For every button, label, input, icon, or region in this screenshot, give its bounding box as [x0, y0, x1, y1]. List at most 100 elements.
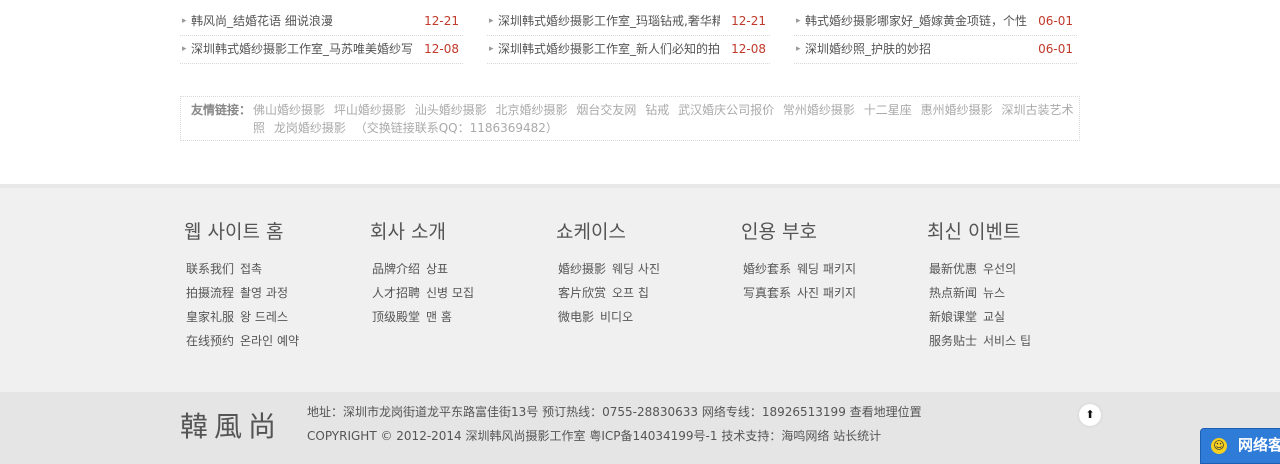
footer-link-zh: 皇家礼服 [186, 310, 235, 324]
footer-link[interactable]: 人才招聘 신병 모집 [370, 281, 474, 305]
news-title[interactable]: 韩风尚_结婚花语 细说浪漫 [191, 8, 413, 35]
footer-link-ko: 사진 패키지 [797, 286, 857, 300]
footer-link-zh: 写真套系 [743, 286, 792, 300]
footer-column-title[interactable]: 최신 이벤트 [927, 220, 1031, 244]
footer-link[interactable]: 在线预约 온라인 예약 [184, 329, 299, 353]
footer-link[interactable]: 联系我们 접촉 [184, 257, 299, 281]
footer-link-zh: 最新优惠 [929, 262, 978, 276]
news-item[interactable]: ▸ 深圳韩式婚纱摄影工作室_马苏唯美婚纱写 12-08 [180, 36, 463, 64]
footer-link[interactable]: 皇家礼服 왕 드레스 [184, 305, 299, 329]
footer-link-ko: 촬영 과정 [240, 286, 288, 300]
friend-link[interactable]: 钻戒 [645, 103, 669, 117]
news-item[interactable]: ▸ 深圳婚纱照_护肤的妙招 06-01 [794, 36, 1077, 64]
news-column: ▸ 韩式婚纱摄影哪家好_婚嫁黄金项链，个性 06-01 ▸ 深圳婚纱照_护肤的妙… [794, 8, 1077, 64]
news-date: 12-21 [424, 14, 459, 28]
news-date: 06-01 [1038, 14, 1073, 28]
friend-link[interactable]: 惠州婚纱摄影 [921, 103, 993, 117]
footer-link-ko: 우선의 [983, 262, 1017, 276]
footer-link-zh: 拍摄流程 [186, 286, 235, 300]
news-item[interactable]: ▸ 韩式婚纱摄影哪家好_婚嫁黄金项链，个性 06-01 [794, 8, 1077, 36]
footer-link-zh: 婚纱套系 [743, 262, 792, 276]
news-date: 12-08 [424, 42, 459, 56]
friend-link[interactable]: 佛山婚纱摄影 [253, 103, 325, 117]
friend-link[interactable]: 武汉婚庆公司报价 [678, 103, 774, 117]
address-line: 地址：深圳市龙岗街道龙平东路富佳街13号 预订热线：0755-28830633 … [307, 405, 922, 419]
footer-link[interactable]: 顶级殿堂 맨 홈 [370, 305, 474, 329]
friend-link[interactable]: 北京婚纱摄影 [496, 103, 568, 117]
footer-link[interactable]: 服务贴士 서비스 팁 [927, 329, 1031, 353]
footer-link-zh: 新娘课堂 [929, 310, 978, 324]
friend-links-contact: （交换链接联系QQ：1186369482） [354, 121, 558, 135]
footer-link-zh: 婚纱摄影 [558, 262, 607, 276]
news-title[interactable]: 深圳婚纱照_护肤的妙招 [805, 36, 1027, 63]
news-date: 12-08 [731, 42, 766, 56]
news-item[interactable]: ▸ 深圳韩式婚纱摄影工作室_新人们必知的拍 12-08 [487, 36, 770, 64]
online-service-label: 网络客 [1238, 436, 1280, 454]
footer-link-ko: 오프 칩 [612, 286, 649, 300]
friend-links-label: 友情链接： [191, 103, 252, 117]
footer-link-zh: 人才招聘 [372, 286, 421, 300]
footer-link[interactable]: 婚纱摄影 웨딩 사진 [556, 257, 660, 281]
news-title[interactable]: 深圳韩式婚纱摄影工作室_马苏唯美婚纱写 [191, 36, 413, 63]
footer-link-ko: 비디오 [600, 310, 634, 324]
footer-link[interactable]: 品牌介绍 상표 [370, 257, 474, 281]
news-title[interactable]: 深圳韩式婚纱摄影工作室_新人们必知的拍 [498, 36, 720, 63]
news-title[interactable]: 深圳韩式婚纱摄影工作室_玛瑙钻戒,奢华精 [498, 8, 720, 35]
copyright-line: COPYRIGHT © 2012-2014 深圳韩风尚摄影工作室 粤ICP备14… [307, 429, 882, 443]
footer-column-title[interactable]: 쇼케이스 [556, 220, 660, 244]
footer-link-ko: 웨딩 사진 [612, 262, 660, 276]
footer-link[interactable]: 客片欣赏 오프 칩 [556, 281, 660, 305]
footer-link[interactable]: 新娘课堂 교실 [927, 305, 1031, 329]
friend-link[interactable]: 烟台交友网 [576, 103, 636, 117]
news-date: 06-01 [1038, 42, 1073, 56]
news-item[interactable]: ▸ 深圳韩式婚纱摄影工作室_玛瑙钻戒,奢华精 12-21 [487, 8, 770, 36]
footer-link-zh: 热点新闻 [929, 286, 978, 300]
friend-link[interactable]: 十二星座 [864, 103, 912, 117]
footer-link[interactable]: 微电影 비디오 [556, 305, 660, 329]
footer-link-ko: 맨 홈 [426, 310, 452, 324]
friend-links: 友情链接： 佛山婚纱摄影 坪山婚纱摄影 汕头婚纱摄影 北京婚纱摄影 烟台交友网 … [180, 96, 1080, 141]
friend-links-list: 佛山婚纱摄影 坪山婚纱摄影 汕头婚纱摄影 北京婚纱摄影 烟台交友网 钻戒 武汉婚… [253, 101, 1079, 137]
footer-link-zh: 在线预约 [186, 334, 235, 348]
friend-link[interactable]: 汕头婚纱摄影 [415, 103, 487, 117]
footer-link[interactable]: 拍摄流程 촬영 과정 [184, 281, 299, 305]
contact-info: 地址：深圳市龙岗街道龙平东路富佳街13号 预订热线：0755-28830633 … [307, 400, 922, 448]
bullet-icon: ▸ [182, 16, 187, 26]
smiley-icon: ☺ [1211, 438, 1227, 454]
footer-link-ko: 뉴스 [983, 286, 1006, 300]
footer-link-ko: 웨딩 패키지 [797, 262, 857, 276]
online-service-widget[interactable]: ☺ 网络客 [1200, 428, 1280, 464]
footer-column-title[interactable]: 인용 부호 [741, 220, 856, 244]
news-column: ▸ 深圳韩式婚纱摄影工作室_玛瑙钻戒,奢华精 12-21 ▸ 深圳韩式婚纱摄影工… [487, 8, 770, 64]
arrow-up-icon: ⬆ [1085, 408, 1095, 421]
back-to-top-button[interactable]: ⬆ [1079, 404, 1101, 426]
footer-link[interactable]: 最新优惠 우선의 [927, 257, 1031, 281]
bullet-icon: ▸ [796, 16, 801, 26]
footer-link[interactable]: 热点新闻 뉴스 [927, 281, 1031, 305]
footer-link-ko: 왕 드레스 [240, 310, 288, 324]
site-logo[interactable]: 韓風尚 [180, 405, 282, 445]
footer-link[interactable]: 写真套系 사진 패키지 [741, 281, 856, 305]
bullet-icon: ▸ [182, 44, 187, 54]
footer-column-title[interactable]: 회사 소개 [370, 220, 474, 244]
footer-column-about: 회사 소개 品牌介绍 상표 人才招聘 신병 모집 顶级殿堂 맨 홈 [370, 220, 474, 329]
footer-link-ko: 접촉 [240, 262, 263, 276]
footer-link-zh: 服务贴士 [929, 334, 978, 348]
footer-link-zh: 品牌介绍 [372, 262, 421, 276]
footer-nav: 웹 사이트 홈 联系我们 접촉 拍摄流程 촬영 과정 皇家礼服 왕 드레스 在线预约 온… [0, 184, 1280, 392]
friend-link[interactable]: 坪山婚纱摄影 [334, 103, 406, 117]
bullet-icon: ▸ [489, 16, 494, 26]
footer-link-zh: 客片欣赏 [558, 286, 607, 300]
bottom-bar: 韓風尚 地址：深圳市龙岗街道龙平东路富佳街13号 预订热线：0755-28830… [0, 392, 1280, 464]
news-title[interactable]: 韩式婚纱摄影哪家好_婚嫁黄金项链，个性 [805, 8, 1027, 35]
friend-link[interactable]: 龙岗婚纱摄影 [274, 121, 346, 135]
footer-link-ko: 신병 모집 [426, 286, 474, 300]
bullet-icon: ▸ [796, 44, 801, 54]
footer-column-home: 웹 사이트 홈 联系我们 접촉 拍摄流程 촬영 과정 皇家礼服 왕 드레스 在线预约 온… [184, 220, 299, 353]
footer-column-quote: 인용 부호 婚纱套系 웨딩 패키지 写真套系 사진 패키지 [741, 220, 856, 305]
friend-link[interactable]: 常州婚纱摄影 [783, 103, 855, 117]
footer-link[interactable]: 婚纱套系 웨딩 패키지 [741, 257, 856, 281]
footer-link-ko: 서비스 팁 [983, 334, 1031, 348]
footer-column-title[interactable]: 웹 사이트 홈 [184, 220, 299, 244]
news-item[interactable]: ▸ 韩风尚_结婚花语 细说浪漫 12-21 [180, 8, 463, 36]
